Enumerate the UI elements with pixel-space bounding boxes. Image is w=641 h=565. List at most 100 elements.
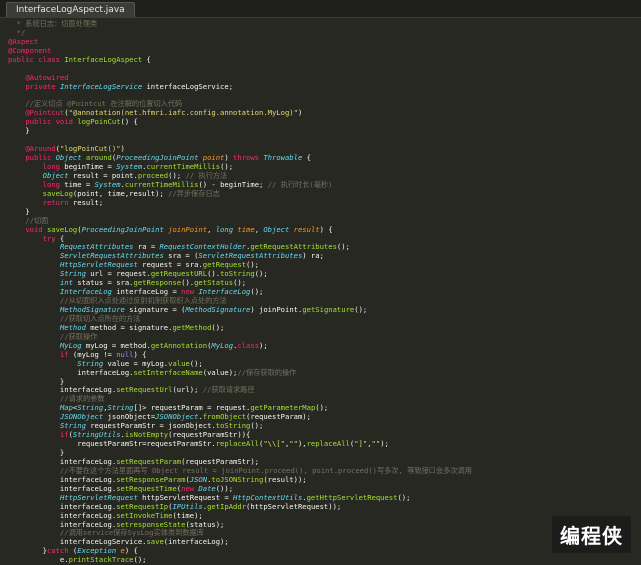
code-token: "" <box>289 439 298 449</box>
code-token: IPUtils <box>172 501 203 511</box>
code-token: (); <box>211 322 225 332</box>
code-token: } <box>8 546 47 556</box>
code-token: return <box>42 197 69 207</box>
code-token: "\\[" <box>263 439 285 449</box>
code-token: ra = <box>133 242 160 252</box>
code-token: catch <box>46 546 69 556</box>
code-token: ) { <box>133 349 147 359</box>
code-token: interfaceLogService; <box>142 81 234 91</box>
code-token: } <box>8 206 30 216</box>
code-token: getResponse <box>133 278 182 288</box>
code-token: e. <box>8 555 69 565</box>
code-token: long <box>42 179 60 189</box>
code-token: (myLog != <box>68 349 117 359</box>
code-token: getRequestURL <box>150 269 208 279</box>
code-token: */ <box>8 27 26 37</box>
code-token: setInterfaceName <box>133 367 203 377</box>
code-token: printStackTrace <box>68 555 134 565</box>
code-token: ServletRequestAttributes <box>59 251 164 261</box>
code-line: } <box>8 126 472 136</box>
code-line: private InterfaceLogService interfaceLog… <box>8 81 472 92</box>
code-token: } <box>8 448 65 457</box>
code-token: (); <box>189 358 203 368</box>
code-token: Object <box>42 170 69 180</box>
code-token: ) <box>120 144 125 154</box>
code-token: interfaceLog = <box>111 287 182 297</box>
code-token: HttpServletRequest <box>59 492 138 502</box>
code-token: () { <box>120 117 138 127</box>
code-editor[interactable]: * 系统日志：切面处理类 */@Aspect @Component public c… <box>0 18 641 565</box>
code-token: //异步保存日志 <box>168 188 220 198</box>
code-token: "" <box>371 439 381 449</box>
code-token: interfaceLog. <box>8 456 117 466</box>
code-token: interfaceLog. <box>8 367 134 377</box>
code-token: setInvokeTime <box>116 510 173 520</box>
code-token: HttpContextUtils <box>233 492 303 502</box>
code-token: Date <box>198 483 216 493</box>
code-token: (requestParamStr); <box>181 456 259 466</box>
code-token: MyLog <box>211 340 234 350</box>
code-token: signature = ( <box>124 305 186 314</box>
code-token: //保存获取的操作 <box>237 367 297 377</box>
code-token: MethodSignature <box>59 305 125 314</box>
code-token: ) ra; <box>302 251 324 261</box>
code-token: interfaceLogService. <box>8 537 147 547</box>
code-token: method = signature. <box>85 322 173 332</box>
code-token: ()); <box>215 483 234 493</box>
code-token: (point, time,result); <box>72 188 169 198</box>
code-token: null <box>116 349 134 359</box>
code-token: //定义切点 @Pointcut 在注解的位置切入代码 <box>8 99 183 109</box>
code-token: interfaceLog. <box>8 385 117 395</box>
code-token: httpServletRequest = <box>137 492 234 502</box>
code-token: isNotEmpty <box>124 430 169 440</box>
code-token: InterfaceLog <box>198 287 251 297</box>
code-line: @Aspect <box>8 37 472 47</box>
code-token: //请求的参数 <box>8 394 105 404</box>
code-token: request = sra. <box>137 260 203 270</box>
code-token: @Around <box>25 144 56 154</box>
code-token: String <box>59 421 86 431</box>
code-token: StringUtils <box>72 430 121 440</box>
code-token: result; <box>68 197 104 207</box>
code-token: logPoinCut <box>77 117 121 127</box>
tab-interfacelogaspect-java[interactable]: InterfaceLogAspect.java <box>6 2 135 17</box>
code-token: , <box>207 224 216 234</box>
code-token: time = <box>59 179 95 189</box>
code-token: saveLog <box>46 224 78 234</box>
code-token: JSON <box>189 474 208 484</box>
code-token: @Pointcut <box>25 108 65 118</box>
code-token: { <box>302 153 311 163</box>
code-token: (); <box>233 278 247 288</box>
code-token: String <box>59 269 86 279</box>
code-token: toString <box>215 421 251 431</box>
code-token: MyLog <box>59 340 82 350</box>
code-token: System <box>94 179 121 189</box>
code-token: setRequestParam <box>116 456 182 466</box>
code-token: long <box>42 162 60 171</box>
code-token: sra = ( <box>163 251 199 261</box>
code-token: setRequestIp <box>116 501 169 511</box>
code-line: public class InterfaceLogAspect { <box>8 54 472 65</box>
code-token: beginTime = <box>59 162 117 171</box>
code-token: jsonObject= <box>103 412 156 422</box>
code-token: int <box>59 278 73 288</box>
code-token: if <box>59 349 69 359</box>
code-token: (); <box>246 260 260 270</box>
code-token: public <box>25 153 56 163</box>
code-token: // 执行方法 <box>185 170 228 180</box>
code-token: interfaceLog. <box>8 510 117 520</box>
code-token: { <box>142 54 151 64</box>
code-token: interfaceLog. <box>8 474 117 484</box>
code-token: void <box>25 224 47 234</box>
code-token: value = myLog. <box>103 358 169 368</box>
code-token: InterfaceLog <box>59 287 112 297</box>
